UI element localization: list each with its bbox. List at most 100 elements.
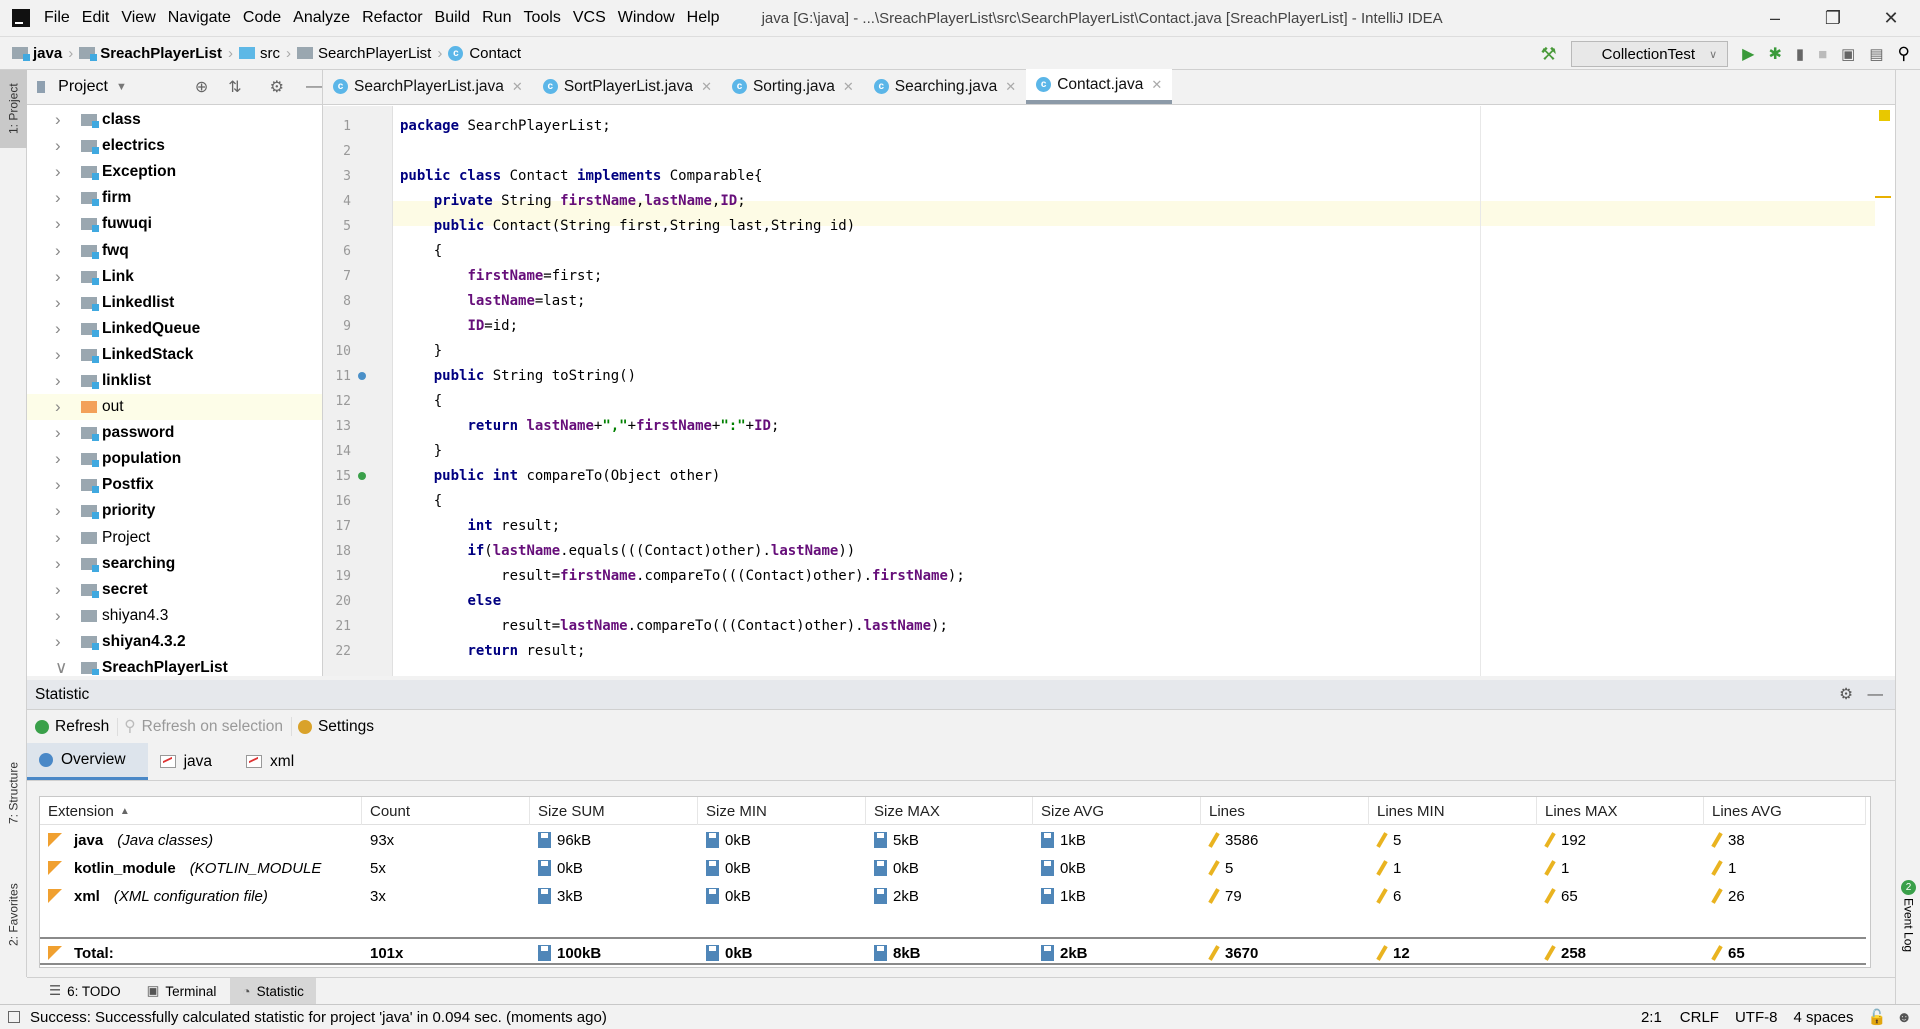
chevron-right-icon[interactable]: › (55, 110, 81, 130)
tree-item-searching[interactable]: › searching (27, 551, 322, 577)
chevron-down-icon[interactable]: ▼ (116, 81, 127, 93)
breadcrumb-item[interactable]: c Contact (448, 45, 521, 62)
status-message[interactable]: Success: Successfully calculated statist… (30, 1009, 607, 1026)
chevron-right-icon[interactable]: › (55, 241, 81, 261)
menu-help[interactable]: Help (687, 9, 720, 27)
refresh-on-selection-button[interactable]: ⚲ Refresh on selection (124, 717, 292, 736)
override-marker-icon[interactable] (358, 372, 366, 380)
column-header[interactable]: Lines AVG (1704, 797, 1866, 825)
tree-item-firm[interactable]: › firm (27, 185, 322, 211)
breadcrumb-item[interactable]: java › (12, 45, 73, 62)
search-everywhere-icon[interactable]: ⚲ (1898, 44, 1910, 64)
table-row[interactable]: java (Java classes) 93x 96kB 0kB 5kB 1kB 3586 5 1… (40, 826, 1866, 854)
scroll-marker[interactable] (1875, 196, 1891, 198)
tree-item-fuwuqi[interactable]: › fuwuqi (27, 211, 322, 237)
inspection-status-icon[interactable] (1879, 110, 1890, 121)
tree-item-population[interactable]: › population (27, 446, 322, 472)
chevron-right-icon[interactable]: › (55, 345, 81, 365)
menu-code[interactable]: Code (243, 9, 281, 27)
tree-item-exception[interactable]: › Exception (27, 159, 322, 185)
lock-icon[interactable]: 🔓 (1868, 1008, 1887, 1026)
column-header[interactable]: Lines MAX (1537, 797, 1704, 825)
hide-icon[interactable]: — (306, 78, 322, 96)
terminal-window-icon[interactable]: ▤ (1869, 45, 1883, 63)
tool-window-terminal[interactable]: ▣ Terminal (135, 978, 229, 1004)
indent-setting[interactable]: 4 spaces (1793, 1009, 1853, 1026)
inspector-icon[interactable]: ☻ (1896, 1009, 1912, 1026)
menu-build[interactable]: Build (435, 9, 471, 27)
editor-tab[interactable]: c Contact.java ✕ (1026, 69, 1173, 104)
run-configuration-select[interactable]: CollectionTest ∨ (1570, 41, 1729, 67)
settings-button[interactable]: Settings (297, 718, 382, 736)
chevron-down-icon[interactable]: ∨ (55, 658, 81, 675)
tree-item-password[interactable]: › password (27, 420, 322, 446)
tree-item-linkedlist[interactable]: › Linkedlist (27, 290, 322, 316)
implement-marker-icon[interactable] (358, 472, 366, 480)
chevron-right-icon[interactable]: › (55, 162, 81, 182)
breadcrumb-item[interactable]: SreachPlayerList › (79, 45, 233, 62)
chevron-right-icon[interactable]: › (55, 267, 81, 287)
run-with-coverage-icon[interactable]: ▮ (1796, 45, 1804, 63)
chevron-right-icon[interactable]: › (55, 423, 81, 443)
build-hammer-icon[interactable]: ⚒ (1541, 44, 1557, 65)
tool-window-todo[interactable]: ☰ 6: TODO (37, 978, 133, 1004)
editor-tab[interactable]: c Sorting.java ✕ (722, 69, 864, 104)
menu-view[interactable]: View (121, 9, 155, 27)
tool-window-statistic[interactable]: ◔ Statistic (230, 978, 316, 1004)
structure-tool-button[interactable]: 7: Structure (0, 738, 27, 848)
project-structure-icon[interactable]: ▣ (1841, 45, 1855, 63)
menu-window[interactable]: Window (618, 9, 675, 27)
tree-item-postfix[interactable]: › Postfix (27, 472, 322, 498)
tree-item-electrics[interactable]: › electrics (27, 133, 322, 159)
menu-vcs[interactable]: VCS (573, 9, 606, 27)
event-log-tool-button[interactable]: Event Log (1896, 898, 1920, 998)
close-tab-icon[interactable]: ✕ (1151, 77, 1162, 93)
column-header[interactable]: Extension ▲ (40, 797, 362, 825)
close-button[interactable]: ✕ (1862, 0, 1920, 36)
tree-item-secret[interactable]: › secret (27, 577, 322, 603)
editor-tab[interactable]: c SortPlayerList.java ✕ (533, 69, 722, 104)
chevron-right-icon[interactable]: › (55, 293, 81, 313)
run-icon[interactable]: ▶ (1742, 44, 1754, 64)
menu-tools[interactable]: Tools (523, 9, 560, 27)
chevron-right-icon[interactable]: › (55, 136, 81, 156)
favorites-tool-button[interactable]: 2: Favorites (0, 860, 27, 970)
tree-item-linklist[interactable]: › linklist (27, 368, 322, 394)
column-header[interactable]: Count (362, 797, 530, 825)
editor-tab[interactable]: c Searching.java ✕ (864, 69, 1026, 104)
tree-item-sreachplayerlist[interactable]: ∨ SreachPlayerList (27, 655, 322, 675)
close-tab-icon[interactable]: ✕ (701, 79, 712, 95)
statistic-tab-java[interactable]: java (148, 743, 234, 780)
column-header[interactable]: Size MAX (866, 797, 1033, 825)
tree-item-fwq[interactable]: › fwq (27, 237, 322, 263)
chevron-right-icon[interactable]: › (55, 188, 81, 208)
column-header[interactable]: Lines MIN (1369, 797, 1537, 825)
tree-item-priority[interactable]: › priority (27, 498, 322, 524)
project-tool-button[interactable]: 1: Project (0, 70, 27, 148)
menu-run[interactable]: Run (482, 9, 511, 27)
table-row[interactable]: xml (XML configuration file) 3x 3kB 0kB 2kB 1k… (40, 882, 1866, 910)
column-header[interactable]: Size MIN (698, 797, 866, 825)
line-separator[interactable]: CRLF (1680, 1009, 1719, 1026)
chevron-right-icon[interactable]: › (55, 397, 81, 417)
menu-analyze[interactable]: Analyze (293, 9, 350, 27)
menu-navigate[interactable]: Navigate (168, 9, 231, 27)
tree-item-linkedstack[interactable]: › LinkedStack (27, 342, 322, 368)
chevron-right-icon[interactable]: › (55, 580, 81, 600)
project-view-select[interactable]: Project (58, 78, 108, 96)
chevron-right-icon[interactable]: › (55, 319, 81, 339)
chevron-right-icon[interactable]: › (55, 554, 81, 574)
collapse-all-icon[interactable]: ⇅ (228, 77, 241, 97)
menu-file[interactable]: File (44, 9, 70, 27)
chevron-right-icon[interactable]: › (55, 449, 81, 469)
statistic-tab-xml[interactable]: xml (234, 743, 316, 780)
tree-item-shiyan4.3[interactable]: › shiyan4.3 (27, 603, 322, 629)
hide-icon[interactable]: — (1868, 686, 1884, 704)
tree-item-shiyan4.3.2[interactable]: › shiyan4.3.2 (27, 629, 322, 655)
chevron-right-icon[interactable]: › (55, 475, 81, 495)
tree-item-project[interactable]: › Project (27, 525, 322, 551)
chevron-right-icon[interactable]: › (55, 214, 81, 234)
close-tab-icon[interactable]: ✕ (512, 79, 523, 95)
menu-refactor[interactable]: Refactor (362, 9, 422, 27)
column-header[interactable]: Size AVG (1033, 797, 1201, 825)
